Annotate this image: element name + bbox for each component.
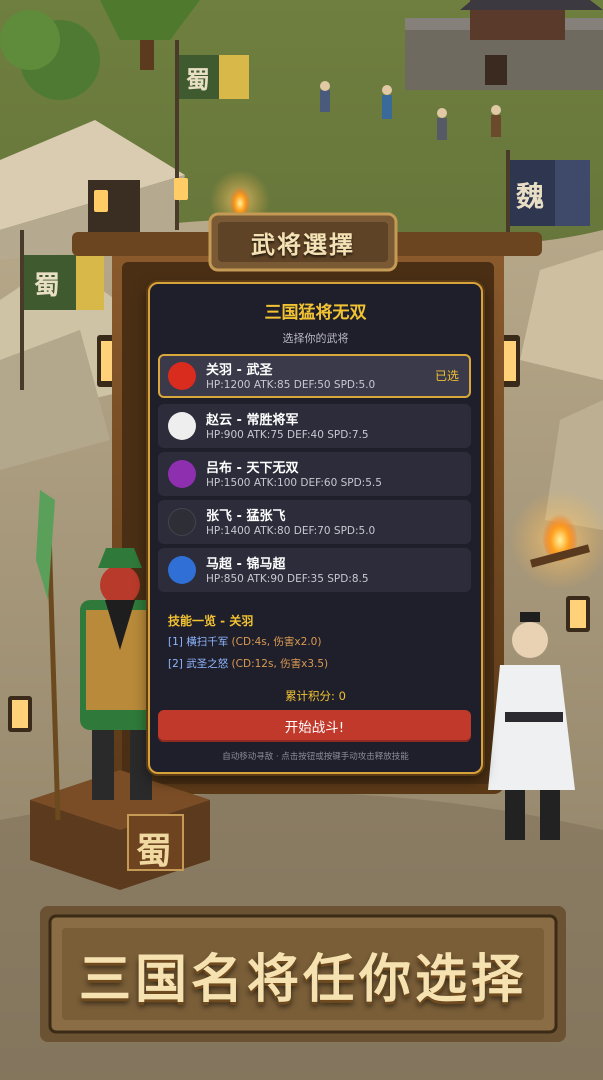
score-text: 累计积分: 0 <box>285 689 346 703</box>
hero-stats: HP:1200 ATK:85 DEF:50 SPD:5.0 <box>206 379 376 391</box>
promo-caption: 三国名将任你选择 <box>78 948 527 1010</box>
panel-title: 三国猛将无双 <box>264 303 367 323</box>
skill-info: (CD:12s, 伤害x3.5) <box>228 658 329 670</box>
flag-shu-top-text: 蜀 <box>186 65 210 94</box>
hero-stats: HP:1400 ATK:80 DEF:70 SPD:5.0 <box>206 525 376 537</box>
pedestal-sign-text: 蜀 <box>136 830 173 872</box>
skill-name: [2] 武圣之怒 <box>168 658 229 670</box>
hero-card-machao[interactable]: 马超 - 锦马超 HP:850 ATK:90 DEF:35 SPD:8.5 <box>158 548 471 592</box>
hero-name: 吕布 - 天下无双 <box>206 461 299 476</box>
selected-badge: 已选 <box>434 369 459 383</box>
hero-select-panel: 三国猛将无双 选择你的武将 关羽 - 武圣 HP:1200 ATK:85 DEF… <box>148 282 483 774</box>
hero-avatar-dot <box>168 556 196 584</box>
hero-stats: HP:1500 ATK:100 DEF:60 SPD:5.5 <box>206 477 382 489</box>
hero-card-lvbu[interactable]: 吕布 - 天下无双 HP:1500 ATK:100 DEF:60 SPD:5.5 <box>158 452 471 496</box>
banner-title: 武将選擇 <box>251 229 355 259</box>
hero-stats: HP:900 ATK:75 DEF:40 SPD:7.5 <box>206 429 369 441</box>
hero-avatar-dot <box>168 362 196 390</box>
hero-avatar-dot <box>168 412 196 440</box>
control-hint: 自动移动寻敌 · 点击按钮或按键手动攻击释放技能 <box>222 752 409 762</box>
hero-name: 马超 - 锦马超 <box>206 557 286 572</box>
hero-avatar-dot <box>168 460 196 488</box>
hero-card-zhangfei[interactable]: 张飞 - 猛张飞 HP:1400 ATK:80 DEF:70 SPD:5.0 <box>158 500 471 544</box>
flag-wei-text: 魏 <box>516 180 545 213</box>
panel-subtitle: 选择你的武将 <box>282 332 349 345</box>
skills-title: 技能一览 - 关羽 <box>168 614 254 628</box>
hero-name: 赵云 - 常胜将军 <box>206 413 299 428</box>
skill-line: [1] 横扫千军 (CD:4s, 伤害x2.0) <box>168 634 321 649</box>
hero-avatar-dot <box>168 508 196 536</box>
skill-info: (CD:4s, 伤害x2.0) <box>228 636 322 648</box>
hero-name: 关羽 - 武圣 <box>206 363 273 378</box>
hero-card-zhaoyun[interactable]: 赵云 - 常胜将军 HP:900 ATK:75 DEF:40 SPD:7.5 <box>158 404 471 448</box>
start-battle-button[interactable]: 开始战斗! <box>158 710 471 742</box>
skill-name: [1] 横扫千军 <box>168 636 229 648</box>
skill-line: [2] 武圣之怒 (CD:12s, 伤害x3.5) <box>168 656 328 671</box>
hero-card-guanyu[interactable]: 关羽 - 武圣 HP:1200 ATK:85 DEF:50 SPD:5.0 已选 <box>158 354 471 398</box>
flag-shu-left-text: 蜀 <box>34 271 61 301</box>
hero-stats: HP:850 ATK:90 DEF:35 SPD:8.5 <box>206 573 369 585</box>
hero-name: 张飞 - 猛张飞 <box>206 509 286 524</box>
